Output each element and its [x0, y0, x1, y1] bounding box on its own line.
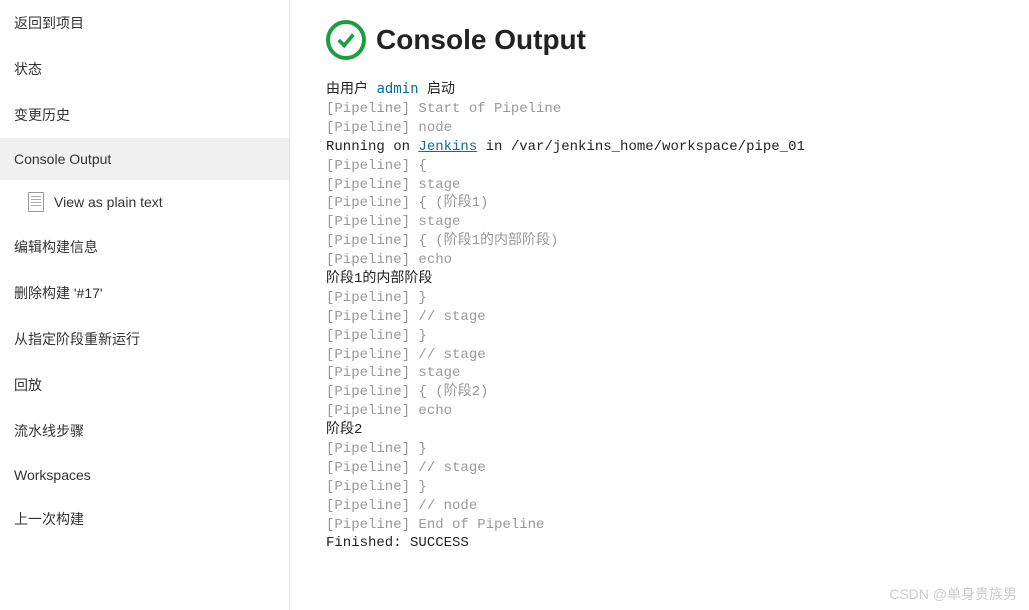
console-line: [Pipeline] { (阶段1的内部阶段): [326, 232, 1029, 251]
console-line: [Pipeline] }: [326, 440, 1029, 459]
console-line: Running on Jenkins in /var/jenkins_home/…: [326, 138, 1029, 157]
watermark: CSDN @单身贵族男: [889, 584, 1017, 604]
console-line: [Pipeline] // stage: [326, 346, 1029, 365]
started-by-suffix: 启动: [419, 81, 455, 97]
page-title: Console Output: [376, 24, 586, 56]
console-line: [Pipeline] stage: [326, 176, 1029, 195]
console-line: [Pipeline] { (阶段1): [326, 194, 1029, 213]
sidebar-item-back[interactable]: 返回到项目: [0, 0, 289, 46]
user-link[interactable]: admin: [376, 81, 418, 97]
sidebar-item-console[interactable]: Console Output: [0, 138, 289, 180]
console-line: [Pipeline] Start of Pipeline: [326, 100, 1029, 119]
console-line: [Pipeline] }: [326, 478, 1029, 497]
console-line: [Pipeline] // stage: [326, 308, 1029, 327]
console-line: [Pipeline] // stage: [326, 459, 1029, 478]
console-line: 阶段2: [326, 421, 1029, 440]
console-line: [Pipeline] // node: [326, 497, 1029, 516]
console-line: [Pipeline] End of Pipeline: [326, 516, 1029, 535]
console-line: [Pipeline] }: [326, 289, 1029, 308]
document-icon: [28, 192, 44, 212]
sidebar-item-restart-stage[interactable]: 从指定阶段重新运行: [0, 316, 289, 362]
node-link[interactable]: Jenkins: [418, 139, 477, 155]
sidebar-item-changes[interactable]: 变更历史: [0, 92, 289, 138]
console-line: [Pipeline] echo: [326, 402, 1029, 421]
title-row: Console Output: [326, 20, 1029, 60]
sidebar: 返回到项目 状态 变更历史 Console Output View as pla…: [0, 0, 290, 610]
console-output: [Pipeline] Start of Pipeline[Pipeline] n…: [326, 100, 1029, 553]
sidebar-item-plaintext[interactable]: View as plain text: [0, 180, 289, 224]
running-on-prefix: Running on: [326, 139, 418, 155]
console-line: Finished: SUCCESS: [326, 534, 1029, 553]
console-line: [Pipeline] echo: [326, 251, 1029, 270]
console-line: 阶段1的内部阶段: [326, 270, 1029, 289]
sidebar-item-pipeline-steps[interactable]: 流水线步骤: [0, 408, 289, 454]
running-on-suffix: in /var/jenkins_home/workspace/pipe_01: [477, 139, 805, 155]
sidebar-item-label: View as plain text: [54, 194, 163, 210]
sidebar-item-edit-build[interactable]: 编辑构建信息: [0, 224, 289, 270]
main-content: Console Output 由用户 admin 启动 [Pipeline] S…: [290, 0, 1029, 610]
console-line: [Pipeline] stage: [326, 213, 1029, 232]
sidebar-item-workspaces[interactable]: Workspaces: [0, 454, 289, 496]
console-line: [Pipeline] node: [326, 119, 1029, 138]
sidebar-item-replay[interactable]: 回放: [0, 362, 289, 408]
started-by-prefix: 由用户: [326, 81, 376, 97]
success-icon: [326, 20, 366, 60]
console-line: [Pipeline] stage: [326, 364, 1029, 383]
console-line: [Pipeline] {: [326, 157, 1029, 176]
sidebar-item-status[interactable]: 状态: [0, 46, 289, 92]
started-by: 由用户 admin 启动: [326, 78, 1029, 98]
console-line: [Pipeline] { (阶段2): [326, 383, 1029, 402]
sidebar-item-delete-build[interactable]: 删除构建 '#17': [0, 270, 289, 316]
console-line: [Pipeline] }: [326, 327, 1029, 346]
sidebar-item-prev-build[interactable]: 上一次构建: [0, 496, 289, 542]
